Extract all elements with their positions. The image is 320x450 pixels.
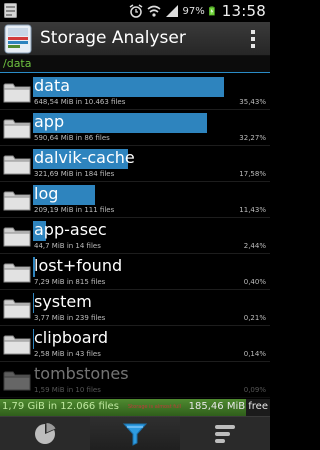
folder-row[interactable]: lost+found 7,29 MiB in 815 files 0,40% [0, 254, 270, 290]
folder-row[interactable]: system 3,77 MiB in 239 files 0,21% [0, 290, 270, 326]
free-space-label: 185,46 MiB free [188, 401, 268, 412]
folder-icon [3, 119, 31, 139]
folder-list[interactable]: data 648,54 MiB in 10.463 files 35,43% app 5… [0, 74, 270, 399]
folder-size: 648,54 MiB in 10.463 files [34, 98, 126, 106]
folder-size: 1,59 MiB in 10 files [34, 386, 101, 394]
action-bar: Storage Analyser [0, 22, 270, 56]
folder-icon [3, 191, 31, 211]
folder-name: clipboard [34, 328, 109, 347]
current-path: /data [3, 57, 32, 70]
folder-name: app [34, 112, 65, 131]
folder-icon [3, 299, 31, 319]
folder-percent: 0,40% [243, 278, 266, 286]
app-logo-icon[interactable] [3, 24, 33, 54]
folder-percent: 0,14% [243, 350, 266, 358]
bottom-tab-bar [0, 416, 270, 450]
folder-row[interactable]: app 590,64 MiB in 86 files 32,27% [0, 110, 270, 146]
folder-icon [3, 263, 31, 283]
status-bar: 97% 13:58 [0, 0, 270, 22]
folder-row[interactable]: app-asec 44,7 MiB in 14 files 2,44% [0, 218, 270, 254]
alarm-icon [129, 4, 142, 18]
folder-icon [3, 155, 31, 175]
folder-row[interactable]: clipboard 2,58 MiB in 43 files 0,14% [0, 326, 270, 362]
folder-row[interactable]: tombstones 1,59 MiB in 10 files 0,09% [0, 362, 270, 398]
app-title: Storage Analyser [40, 28, 186, 48]
folder-icon [3, 335, 31, 355]
folder-size: 7,29 MiB in 815 files [34, 278, 106, 286]
folder-name: log [34, 184, 59, 203]
folder-percent: 32,27% [239, 134, 266, 142]
tab-chart[interactable] [0, 417, 90, 450]
used-space-label: 1,79 GiB in 12.066 files [2, 401, 119, 412]
folder-name: data [34, 76, 71, 95]
pie-chart-icon [35, 422, 56, 444]
notification-icon [4, 3, 17, 18]
battery-percent: 97% [182, 5, 205, 17]
folder-row[interactable]: dalvik-cache 321,69 MiB in 184 files 17,58… [0, 146, 270, 182]
tab-filter[interactable] [90, 417, 180, 450]
folder-row[interactable]: data 648,54 MiB in 10.463 files 35,43% [0, 74, 270, 110]
folder-size: 2,58 MiB in 43 files [34, 350, 101, 358]
overflow-menu-icon[interactable] [250, 29, 256, 49]
storage-summary: 1,79 GiB in 12.066 files Storage is almo… [0, 399, 270, 416]
folder-size: 321,69 MiB in 184 files [34, 170, 115, 178]
tab-list[interactable] [180, 417, 270, 450]
folder-name: lost+found [34, 256, 123, 275]
folder-size: 590,64 MiB in 86 files [34, 134, 110, 142]
clock: 13:58 [221, 2, 266, 20]
folder-size: 3,77 MiB in 239 files [34, 314, 106, 322]
folder-size: 209,19 MiB in 111 files [34, 206, 115, 214]
folder-percent: 35,43% [239, 98, 266, 106]
folder-icon [3, 227, 31, 247]
folder-percent: 11,43% [239, 206, 266, 214]
folder-percent: 0,09% [243, 386, 266, 394]
path-breadcrumb[interactable]: /data [0, 56, 270, 73]
folder-size: 44,7 MiB in 14 files [34, 242, 101, 250]
storage-warning: Storage is almost full [128, 404, 181, 410]
folder-name: tombstones [34, 364, 129, 383]
wifi-icon [147, 5, 161, 17]
folder-name: app-asec [34, 220, 107, 239]
battery-icon [208, 6, 215, 16]
list-icon [215, 425, 235, 443]
folder-icon [3, 83, 31, 103]
folder-percent: 17,58% [239, 170, 266, 178]
signal-icon [165, 5, 178, 17]
folder-percent: 0,21% [243, 314, 266, 322]
folder-row[interactable]: log 209,19 MiB in 111 files 11,43% [0, 182, 270, 218]
folder-percent: 2,44% [243, 242, 266, 250]
filter-icon [122, 423, 148, 446]
folder-icon [3, 371, 31, 391]
folder-name: system [34, 292, 92, 311]
folder-name: dalvik-cache [34, 148, 135, 167]
